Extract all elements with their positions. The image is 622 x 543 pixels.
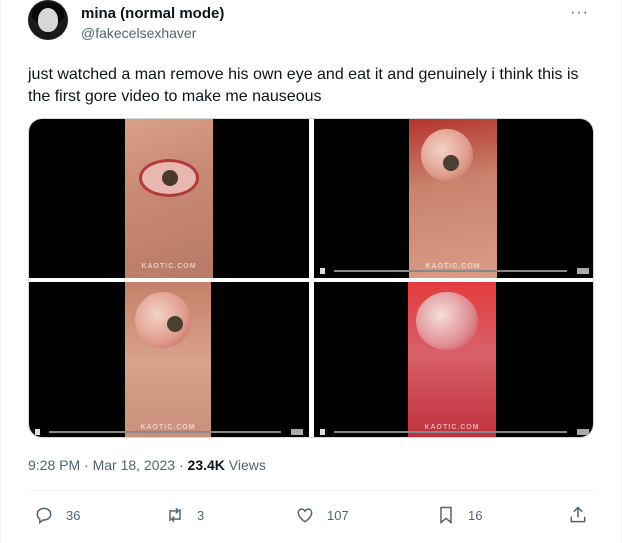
avatar[interactable]	[28, 0, 68, 40]
eyeball-image	[416, 292, 478, 350]
tweet-text: just watched a man remove his own eye an…	[28, 66, 579, 105]
retweet-count: 3	[197, 507, 205, 523]
progress-bar[interactable]	[334, 431, 567, 433]
video-controls[interactable]	[320, 268, 589, 274]
eyeball-image	[421, 129, 473, 181]
eyeball-image	[135, 292, 191, 348]
media-frame-2[interactable]: KAOTIC.COM	[314, 119, 593, 278]
avatar-face	[38, 8, 58, 32]
media-frame-1[interactable]: KAOTIC.COM	[29, 119, 309, 278]
reply-button[interactable]: 36	[34, 503, 80, 527]
play-icon[interactable]	[320, 429, 325, 435]
timestamp[interactable]: 9:28 PM · Mar 18, 2023 ·	[28, 457, 188, 473]
tweet: mina (normal mode) @fakecelsexhaver ··· …	[0, 0, 622, 543]
views-label: Views	[224, 457, 266, 473]
video-still-4: KAOTIC.COM	[408, 282, 496, 437]
retweet-icon	[169, 507, 181, 523]
video-still-3: KAOTIC.COM	[125, 282, 211, 437]
fullscreen-icon[interactable]	[291, 429, 303, 435]
share-icon	[570, 506, 586, 523]
progress-bar[interactable]	[334, 270, 567, 272]
more-options-icon[interactable]: ···	[570, 4, 589, 22]
media-frame-3[interactable]: KAOTIC.COM	[29, 282, 309, 437]
play-icon[interactable]	[320, 268, 325, 274]
watermark: KAOTIC.COM	[141, 263, 197, 270]
play-icon[interactable]	[35, 429, 40, 435]
bookmark-button[interactable]: 16	[436, 503, 482, 527]
progress-bar[interactable]	[49, 431, 281, 433]
video-still-2: KAOTIC.COM	[409, 119, 497, 278]
video-still-1: KAOTIC.COM	[125, 119, 213, 278]
user-handle[interactable]: @fakecelsexhaver	[81, 25, 196, 41]
eye-image	[139, 159, 199, 197]
views-count: 23.4K	[187, 457, 225, 473]
display-name[interactable]: mina (normal mode)	[81, 5, 224, 22]
media-frame-4[interactable]: KAOTIC.COM	[314, 282, 593, 437]
video-controls[interactable]	[320, 429, 589, 435]
tweet-meta: 9:28 PM · Mar 18, 2023 · 23.4K Views	[28, 457, 266, 473]
share-button[interactable]	[568, 503, 588, 527]
reply-icon	[36, 507, 52, 524]
fullscreen-icon[interactable]	[577, 429, 589, 435]
like-count: 107	[327, 507, 349, 523]
fullscreen-icon[interactable]	[577, 268, 589, 274]
retweet-button[interactable]: 3	[165, 503, 204, 527]
video-controls[interactable]	[35, 429, 303, 435]
like-button[interactable]: 107	[295, 503, 349, 527]
bookmark-count: 16	[468, 507, 483, 523]
like-icon	[297, 508, 313, 523]
media-grid: KAOTIC.COM KAOTIC.COM KAOTIC.COM KAOTIC.…	[28, 118, 594, 438]
action-bar: 36 3 107 16	[1, 503, 621, 527]
bookmark-icon	[440, 506, 452, 525]
reply-count: 36	[66, 507, 81, 523]
divider	[28, 490, 594, 491]
